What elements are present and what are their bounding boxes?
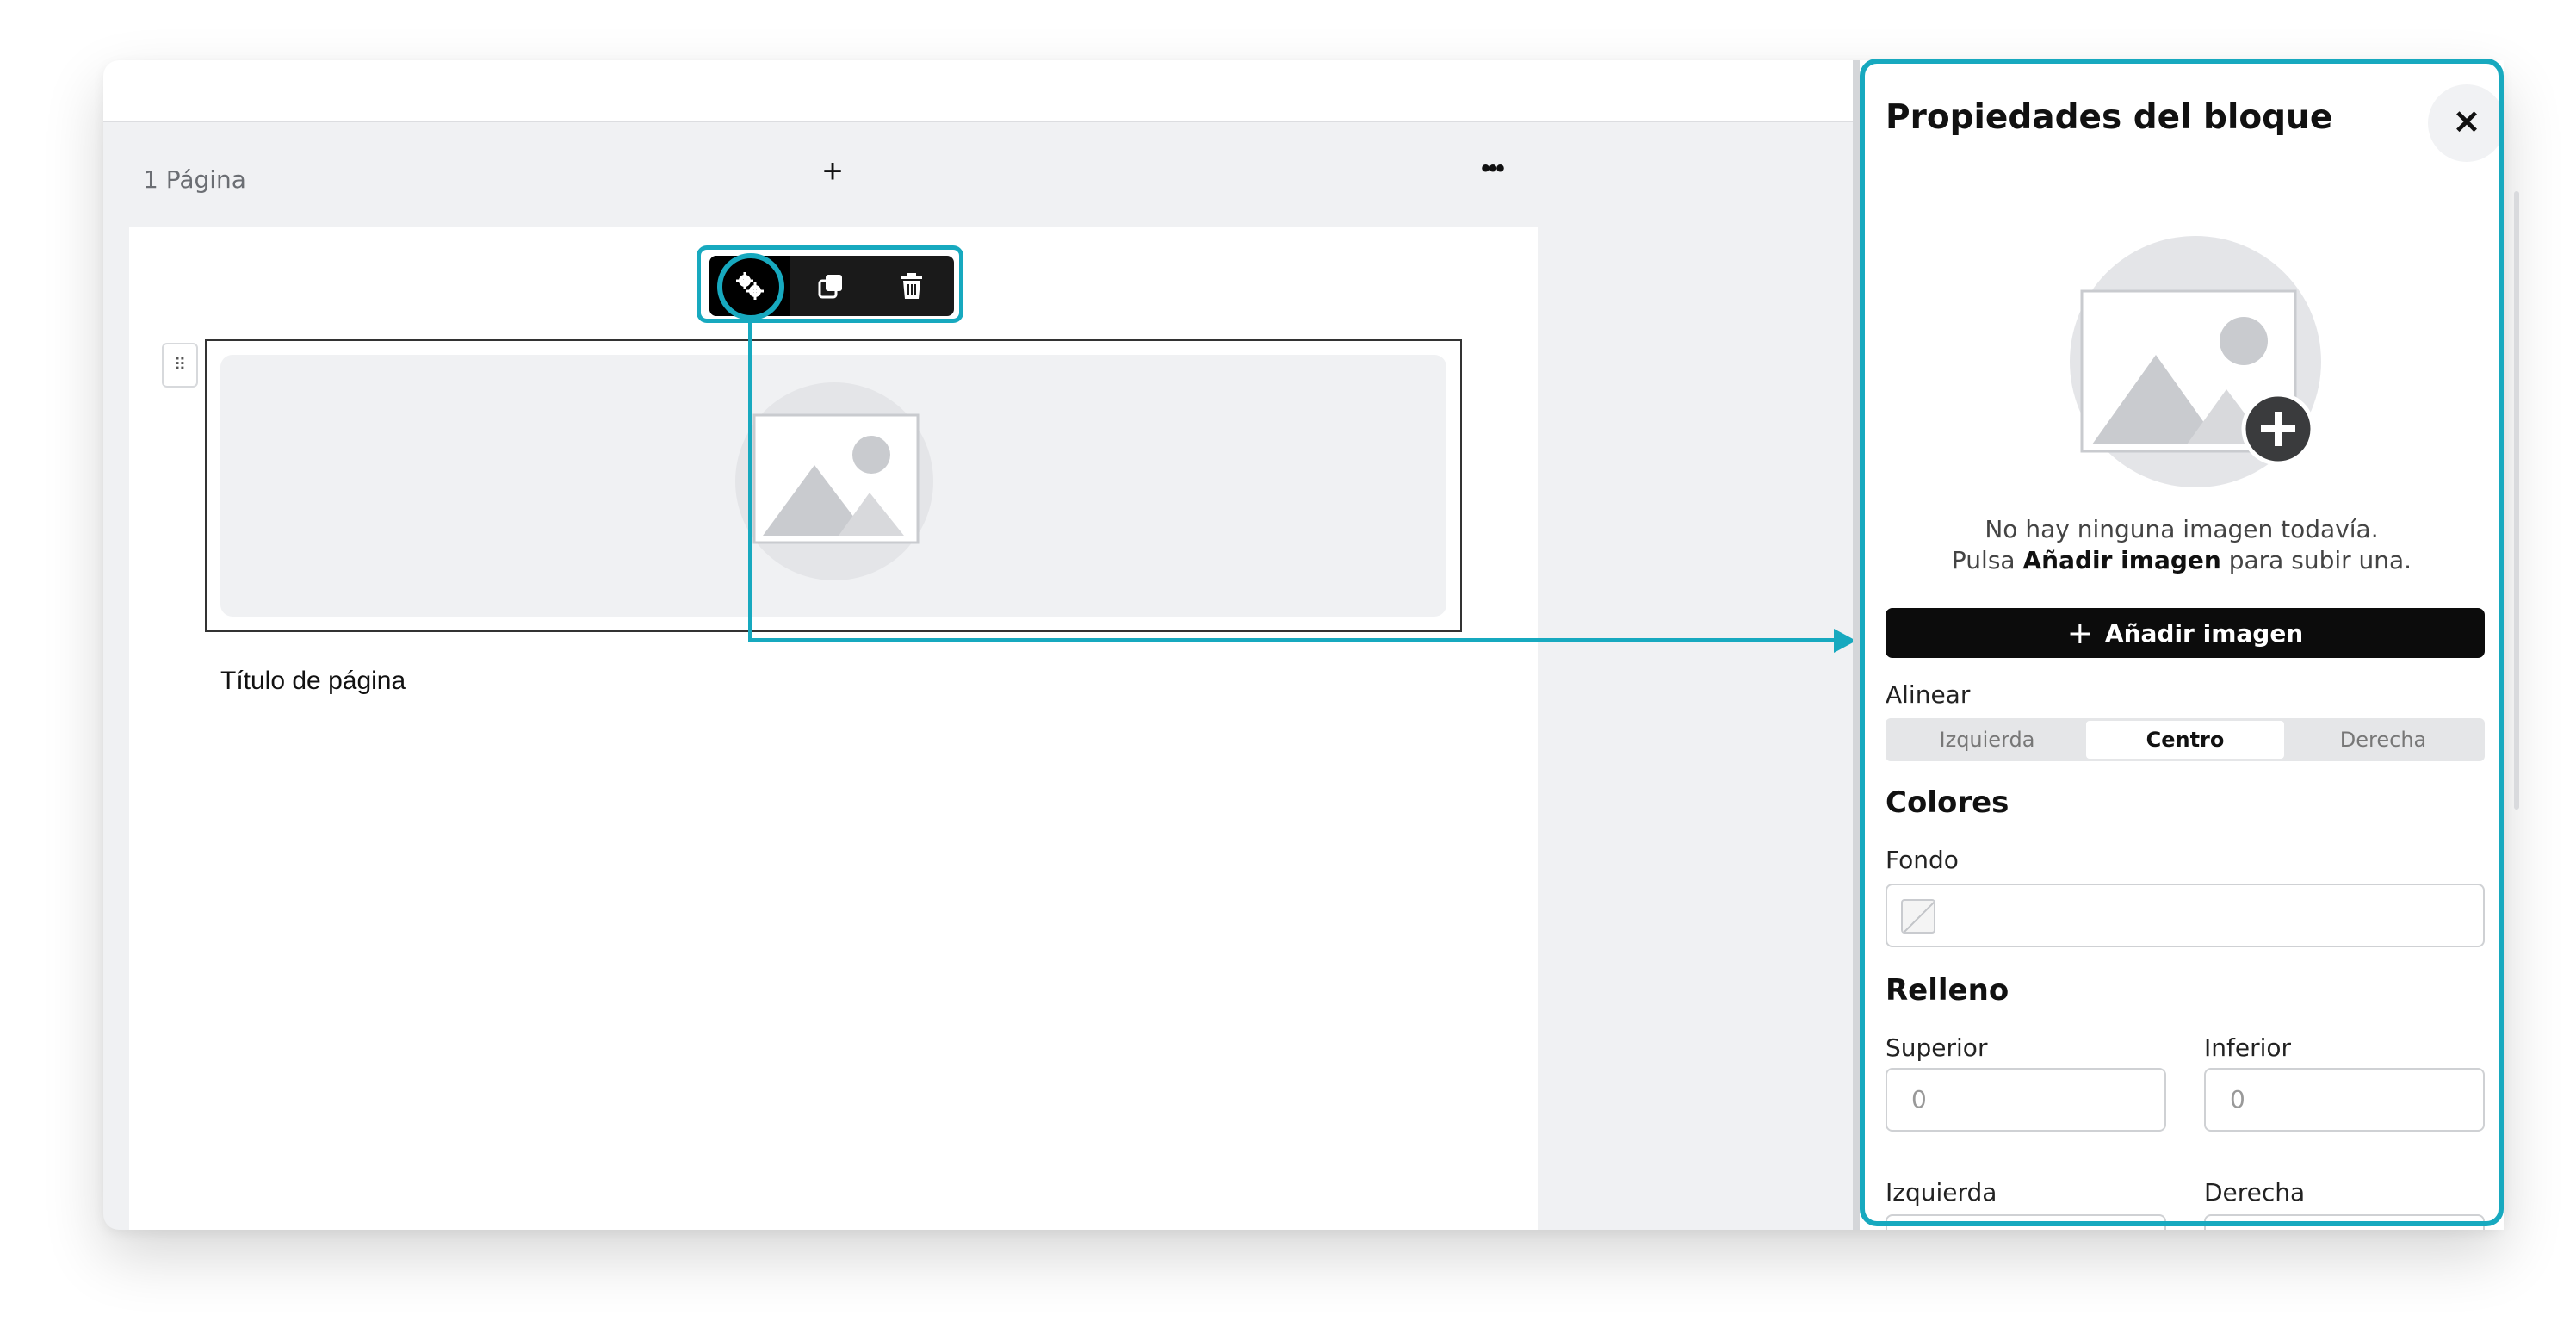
add-image-label: Añadir imagen (2104, 618, 2304, 648)
align-right-option[interactable]: Derecha (2284, 721, 2482, 759)
add-page-button[interactable]: + (811, 150, 854, 193)
plus-icon: + (2066, 615, 2093, 651)
callout-line-vertical (748, 320, 752, 642)
padding-top-input[interactable]: 0 (1886, 1068, 2166, 1132)
padding-left-input[interactable] (1886, 1214, 2166, 1230)
page-count-label: 1 Página (143, 165, 246, 194)
align-label: Alinear (1886, 680, 1971, 709)
padding-left-label: Izquierda (1886, 1178, 1997, 1207)
plus-icon: + (822, 152, 843, 190)
panel-scrollbar[interactable] (2514, 191, 2519, 810)
background-label: Fondo (1886, 846, 1959, 874)
trash-icon (901, 273, 922, 299)
top-bar (103, 60, 1860, 122)
empty-message-line2: Pulsa Añadir imagen para subir una. (1860, 546, 2504, 574)
padding-right-label: Derecha (2204, 1178, 2306, 1207)
background-color-field[interactable] (1886, 884, 2485, 947)
panel-divider (1853, 60, 1860, 1230)
empty-image-illustration (2070, 236, 2321, 487)
empty-message-line1: No hay ninguna imagen todavía. (1985, 515, 2379, 543)
settings-highlight-circle (717, 253, 784, 320)
close-icon: ✕ (2453, 105, 2480, 141)
page-title[interactable]: Título de página (220, 667, 406, 696)
ellipsis-icon: ••• (1481, 154, 1504, 183)
colors-heading: Colores (1886, 785, 2009, 820)
empty-message-bold: Añadir imagen (2022, 546, 2221, 574)
padding-top-label: Superior (1886, 1033, 1988, 1062)
page-more-button[interactable]: ••• (1471, 150, 1514, 193)
drag-handle-glyph: ⠿ (173, 356, 187, 375)
block-properties-panel: Propiedades del bloque ✕ No hay ninguna … (1860, 60, 2504, 1230)
align-left-option[interactable]: Izquierda (1888, 721, 2086, 759)
padding-bottom-input[interactable]: 0 (2204, 1068, 2485, 1132)
callout-line-horizontal (748, 638, 1840, 642)
align-center-option[interactable]: Centro (2086, 721, 2284, 759)
drag-handle-icon[interactable]: ⠿ (162, 343, 198, 388)
align-segmented-control: Izquierda Centro Derecha (1886, 718, 2485, 761)
panel-title: Propiedades del bloque (1886, 98, 2333, 137)
duplicate-icon (818, 275, 842, 299)
no-color-swatch-icon[interactable] (1901, 899, 1935, 934)
add-image-button[interactable]: + Añadir imagen (1886, 608, 2485, 658)
block-duplicate-button[interactable] (790, 256, 871, 316)
image-placeholder-icon (735, 382, 933, 580)
close-panel-button[interactable]: ✕ (2428, 84, 2504, 162)
block-delete-button[interactable] (871, 256, 952, 316)
padding-right-input[interactable] (2204, 1214, 2485, 1230)
empty-message-prefix: Pulsa (1951, 546, 2016, 574)
padding-heading: Relleno (1886, 973, 2009, 1008)
empty-message-suffix: para subir una. (2228, 546, 2412, 574)
padding-bottom-label: Inferior (2204, 1033, 2292, 1062)
